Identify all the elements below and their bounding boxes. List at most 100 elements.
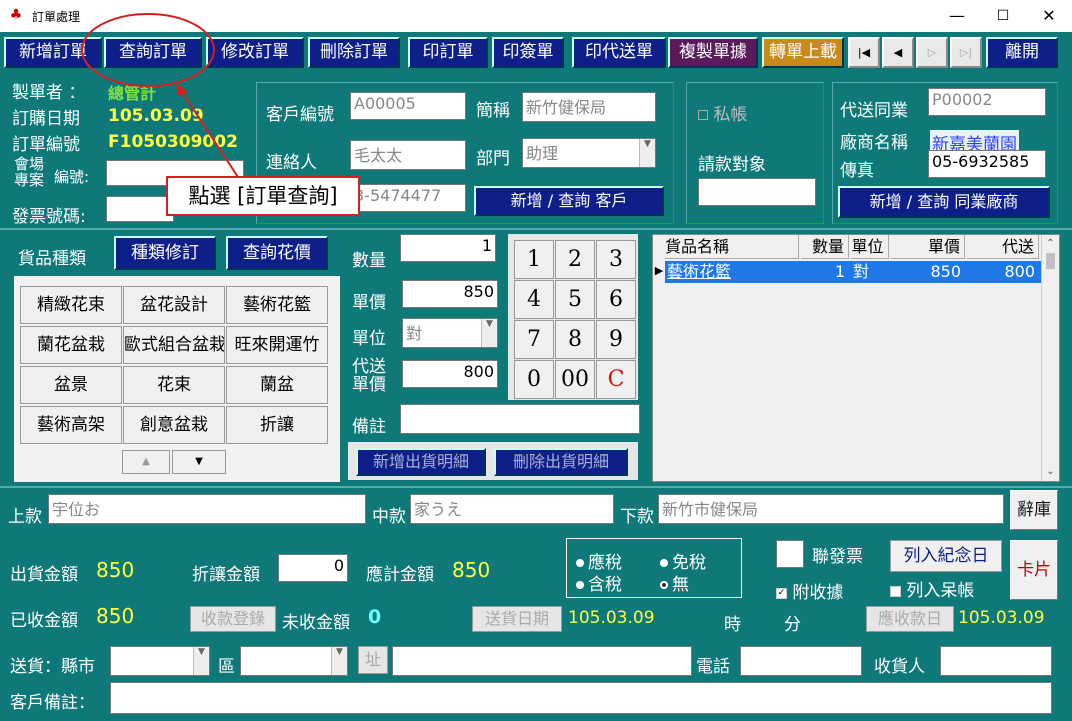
- radio-selected-icon: [660, 581, 668, 589]
- category-item[interactable]: 歐式組合盆栽: [123, 326, 225, 364]
- scroll-up-icon[interactable]: ⌃: [1042, 235, 1059, 253]
- numpad-key[interactable]: C: [596, 360, 636, 399]
- table-scrollbar[interactable]: ⌃ ⌄: [1041, 235, 1059, 481]
- note-input[interactable]: [400, 404, 640, 434]
- scroll-thumb[interactable]: [1046, 253, 1055, 269]
- proxy-price-input[interactable]: 800: [402, 360, 498, 388]
- qty-input[interactable]: 1: [400, 234, 496, 262]
- vendor-add-button[interactable]: 新增 / 查詢 同業廠商: [838, 186, 1050, 218]
- delete-order-button[interactable]: 刪除訂單: [308, 37, 400, 68]
- middle-input[interactable]: 家うえ: [410, 494, 614, 524]
- minimize-button[interactable]: —: [934, 0, 980, 32]
- numpad-key[interactable]: 9: [596, 320, 636, 359]
- joint-invoice-checkbox[interactable]: [776, 540, 804, 568]
- private-checkbox[interactable]: 私帳: [698, 100, 747, 125]
- dictionary-button[interactable]: 辭庫: [1010, 490, 1058, 530]
- order-no-label: 訂單編號: [12, 135, 80, 155]
- vendor-fax-input[interactable]: 05-6932585: [928, 150, 1046, 178]
- radio-icon: [576, 559, 584, 567]
- attach-receipt-label: 附收據: [792, 583, 844, 603]
- upload-button[interactable]: 轉單上載: [762, 37, 844, 68]
- table-header-cell[interactable]: 貨品名稱: [665, 235, 799, 259]
- category-item[interactable]: 盆景: [20, 366, 122, 404]
- county-select[interactable]: ▼: [110, 646, 210, 676]
- tax-none-radio[interactable]: 無: [660, 570, 689, 595]
- district-select[interactable]: ▼: [240, 646, 348, 676]
- customer-id-input[interactable]: A00005: [350, 92, 466, 120]
- category-item[interactable]: 蘭盆: [226, 366, 328, 404]
- table-header-cell[interactable]: 代送: [967, 235, 1039, 259]
- upper-input[interactable]: 宇位お: [48, 494, 366, 524]
- print-order-button[interactable]: 印訂單: [408, 37, 488, 68]
- tax-included-radio[interactable]: 含稅: [576, 570, 622, 595]
- bill-target-input[interactable]: [698, 178, 816, 206]
- customer-short-input[interactable]: 新竹健保局: [522, 92, 656, 122]
- customer-phone-input[interactable]: 3-5474477: [350, 184, 466, 212]
- next-record-button[interactable]: ▷: [916, 37, 948, 68]
- table-header-cell[interactable]: 單價: [891, 235, 965, 259]
- category-item[interactable]: 藝術高架: [20, 406, 122, 444]
- add-detail-button[interactable]: 新增出貨明細: [356, 448, 486, 476]
- unit-select[interactable]: 對 ▼: [402, 318, 498, 348]
- card-button[interactable]: 卡片: [1010, 540, 1058, 600]
- category-item[interactable]: 盆花設計: [123, 286, 225, 324]
- close-button[interactable]: ✕: [1026, 0, 1072, 32]
- category-item[interactable]: 藝術花籃: [226, 286, 328, 324]
- category-scroll-down[interactable]: ▼: [172, 450, 226, 474]
- maximize-button[interactable]: ☐: [980, 0, 1026, 32]
- category-item[interactable]: 精緻花束: [20, 286, 122, 324]
- numpad-key[interactable]: 3: [596, 240, 636, 279]
- numpad-key[interactable]: 7: [514, 320, 554, 359]
- prev-record-button[interactable]: ◀: [882, 37, 914, 68]
- category-item[interactable]: 創意盆栽: [123, 406, 225, 444]
- price-query-button[interactable]: 查詢花價: [226, 236, 328, 270]
- category-item[interactable]: 蘭花盆栽: [20, 326, 122, 364]
- category-item[interactable]: 旺來開運竹: [226, 326, 328, 364]
- customer-add-button[interactable]: 新增 / 查詢 客戶: [474, 186, 664, 216]
- category-item[interactable]: 折讓: [226, 406, 328, 444]
- numpad-key[interactable]: 0: [514, 360, 554, 399]
- last-record-button[interactable]: ▷|: [950, 37, 982, 68]
- dept-select[interactable]: 助理 ▼: [522, 138, 656, 168]
- attach-receipt-checkbox[interactable]: ✓ 附收據: [776, 578, 843, 603]
- exit-button[interactable]: 離開: [986, 37, 1058, 68]
- first-record-button[interactable]: |◀: [848, 37, 880, 68]
- numpad-key[interactable]: 00: [555, 360, 595, 399]
- category-edit-button[interactable]: 種類修訂: [114, 236, 216, 270]
- address-input[interactable]: [392, 646, 692, 676]
- table-header-cell[interactable]: 單位: [851, 235, 889, 259]
- souvenir-button[interactable]: 列入紀念日: [890, 540, 1002, 572]
- address-button[interactable]: 址: [358, 646, 388, 674]
- numpad-key[interactable]: 2: [555, 240, 595, 279]
- price-input[interactable]: 850: [402, 280, 498, 308]
- scroll-down-icon[interactable]: ⌄: [1042, 463, 1059, 481]
- print-delivery-button[interactable]: 印代送單: [572, 37, 666, 68]
- table-header-cell[interactable]: 數量: [801, 235, 849, 259]
- discount-input[interactable]: 0: [278, 554, 348, 582]
- vendor-id-input[interactable]: P00002: [928, 88, 1046, 116]
- pay-date-button[interactable]: 應收款日: [866, 606, 954, 632]
- bad-debt-checkbox[interactable]: 列入呆帳: [890, 576, 974, 601]
- lower-input[interactable]: 新竹市健保局: [658, 494, 1004, 524]
- ship-amount-label: 出貨金額: [10, 565, 78, 585]
- numpad-key[interactable]: 1: [514, 240, 554, 279]
- table-row[interactable]: 藝術花籃 1 對 850 800: [665, 261, 1041, 283]
- district-label: 區: [218, 657, 235, 677]
- receiver-input[interactable]: [940, 646, 1052, 676]
- numpad-key[interactable]: 6: [596, 280, 636, 319]
- delivery-date-button[interactable]: 送貨日期: [472, 606, 562, 632]
- print-sign-button[interactable]: 印簽單: [492, 37, 564, 68]
- category-item[interactable]: 花束: [123, 366, 225, 404]
- delivery-phone-input[interactable]: [740, 646, 862, 676]
- numpad-key[interactable]: 4: [514, 280, 554, 319]
- customer-note-input[interactable]: [110, 682, 1052, 714]
- numpad-key[interactable]: 5: [555, 280, 595, 319]
- contact-input[interactable]: 毛太太: [350, 140, 466, 170]
- app-icon: ♣: [9, 7, 23, 23]
- copy-order-button[interactable]: 複製單據: [668, 37, 758, 68]
- category-scroll-up[interactable]: ▲: [122, 450, 170, 474]
- radio-icon: [660, 559, 668, 567]
- delete-detail-button[interactable]: 刪除出貨明細: [494, 448, 628, 476]
- numpad-key[interactable]: 8: [555, 320, 595, 359]
- receipt-button[interactable]: 收款登錄: [190, 606, 276, 632]
